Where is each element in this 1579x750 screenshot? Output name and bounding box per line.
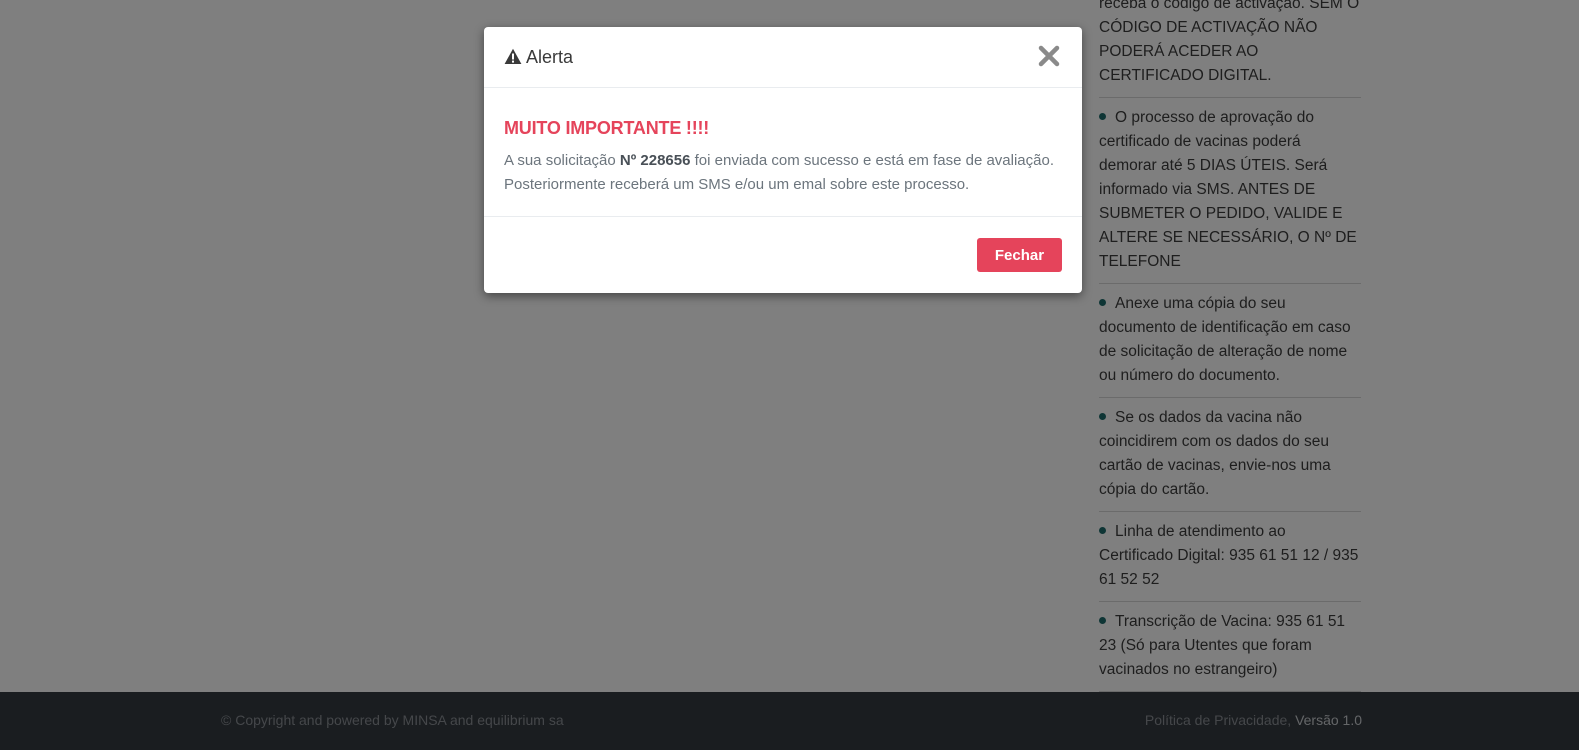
modal-message: A sua solicitação Nº 228656 foi enviada … bbox=[504, 149, 1062, 197]
modal-title: Alerta bbox=[504, 47, 573, 70]
modal-title-text: Alerta bbox=[526, 47, 574, 67]
request-number: Nº 228656 bbox=[619, 152, 691, 169]
alert-modal: Alerta MUITO IMPORTANTE !!!! A sua solic… bbox=[484, 27, 1082, 293]
close-icon[interactable] bbox=[1038, 45, 1062, 69]
modal-header: Alerta bbox=[484, 27, 1082, 88]
message-before: A sua solicitação bbox=[504, 152, 616, 169]
warning-icon bbox=[504, 48, 522, 70]
modal-body: MUITO IMPORTANTE !!!! A sua solicitação … bbox=[484, 88, 1082, 217]
important-heading: MUITO IMPORTANTE !!!! bbox=[504, 118, 710, 138]
close-button[interactable]: Fechar bbox=[977, 238, 1062, 272]
modal-footer: Fechar bbox=[484, 217, 1082, 291]
